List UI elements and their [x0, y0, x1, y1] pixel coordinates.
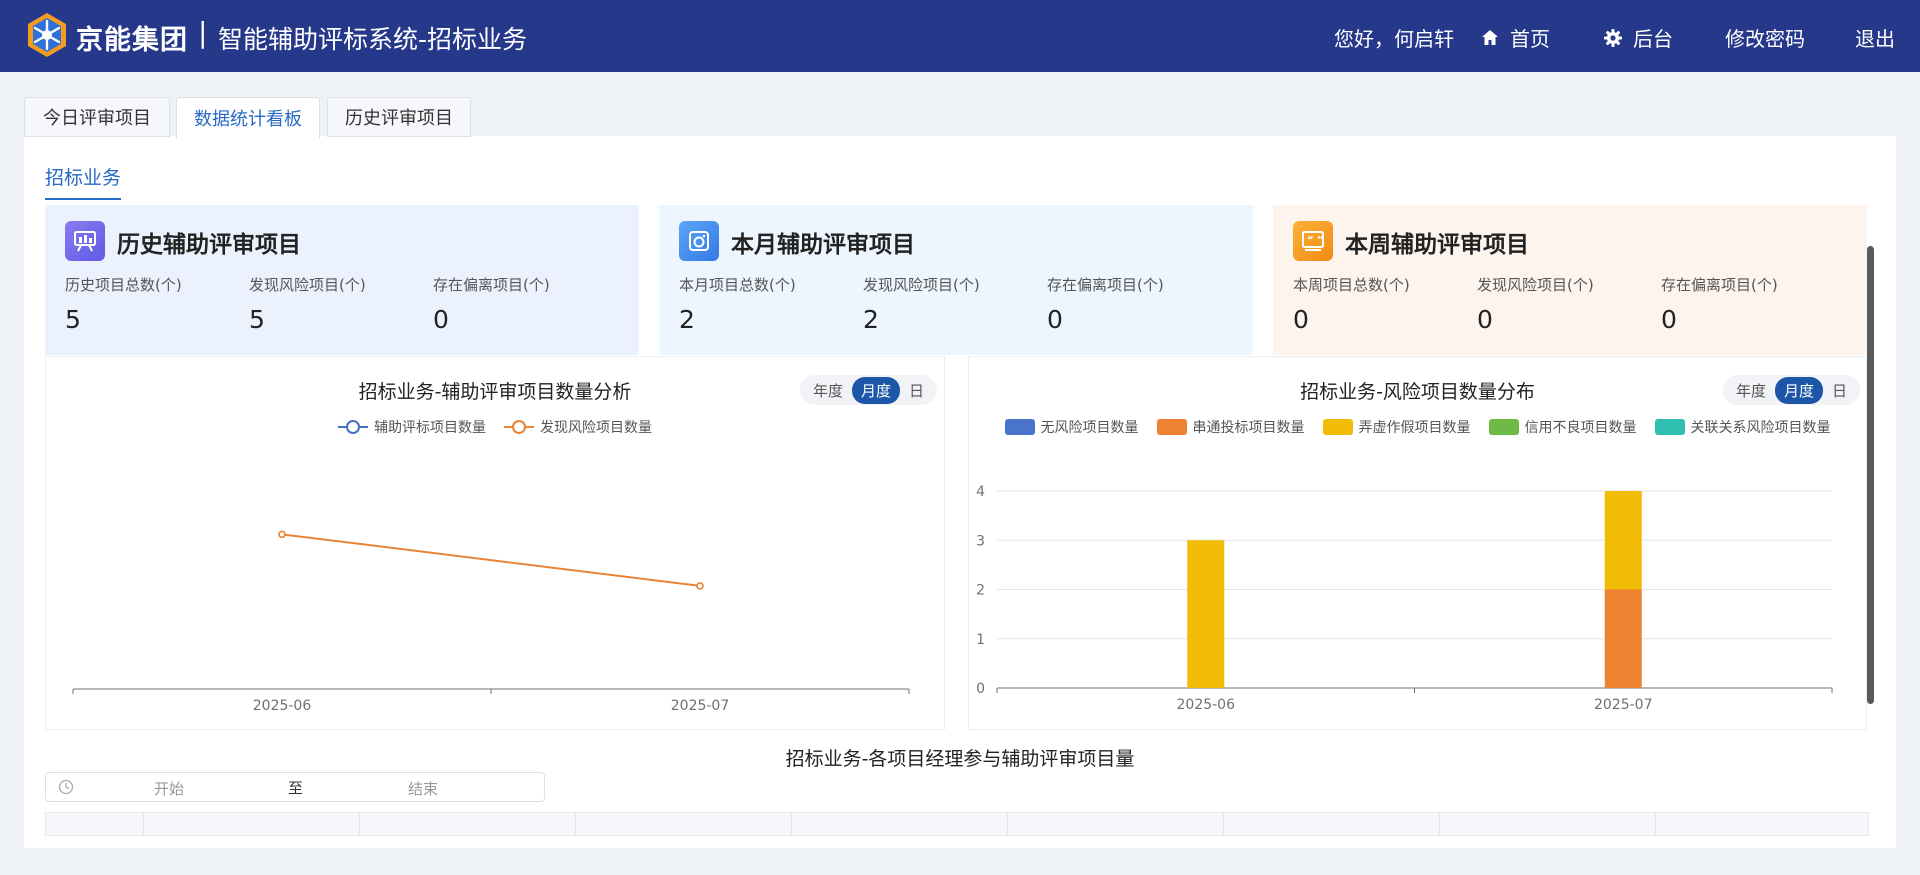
data-point [696, 582, 704, 590]
stat-value: 2 [679, 305, 695, 334]
stat-label: 存在偏离项目(个) [1661, 276, 1778, 294]
stat-card-week: “ ” 本周辅助评审项目 本周项目总数(个) 发现风险项目(个) 存在偏离项目(… [1273, 205, 1867, 355]
table-header-cell [144, 813, 360, 835]
series-line [281, 533, 701, 587]
stat-label: 存在偏离项目(个) [1047, 276, 1164, 294]
svg-text:“ ”: “ ” [1307, 235, 1324, 246]
bar-segment [1187, 540, 1225, 688]
x-tick-label: 2025-06 [1177, 697, 1236, 713]
subtab-bidding-business[interactable]: 招标业务 [45, 163, 122, 200]
nav-change-password-label: 修改密码 [1725, 27, 1805, 51]
x-tick-label: 2025-06 [253, 698, 312, 714]
tab-history-review-label: 历史评审项目 [345, 108, 453, 129]
tab-history-review[interactable]: 历史评审项目 [327, 97, 471, 137]
gear-icon [1604, 28, 1622, 47]
tab-statistics-board[interactable]: 数据统计看板 [176, 97, 320, 139]
table-header-cell [792, 813, 1008, 835]
x-tick-label: 2025-07 [671, 698, 730, 714]
y-tick-label: 4 [976, 484, 985, 500]
table-header-cell [360, 813, 576, 835]
nav-change-password[interactable]: 修改密码 [1725, 23, 1805, 52]
table-header-cell [1224, 813, 1440, 835]
stat-card-title: 历史辅助评审项目 [117, 232, 301, 258]
stat-card-month: 本月辅助评审项目 本月项目总数(个) 发现风险项目(个) 存在偏离项目(个) 2… [659, 205, 1253, 355]
stat-value: 0 [1477, 305, 1493, 334]
table-header-cell [1440, 813, 1656, 835]
stat-label: 存在偏离项目(个) [433, 276, 550, 294]
stat-value: 5 [65, 305, 81, 334]
table-header-cell [46, 813, 144, 835]
system-title: 智能辅助评标系统-招标业务 [218, 25, 528, 54]
tab-today-review[interactable]: 今日评审项目 [24, 97, 170, 137]
stat-card-title: 本周辅助评审项目 [1345, 232, 1529, 258]
stat-value: 0 [1661, 305, 1677, 334]
y-tick-label: 0 [976, 681, 985, 697]
nav-home-label: 首页 [1510, 27, 1550, 51]
stat-value: 2 [863, 305, 879, 334]
tab-statistics-board-label: 数据统计看板 [194, 109, 302, 130]
home-icon [1482, 29, 1498, 45]
y-tick-label: 1 [976, 632, 985, 648]
nav-admin[interactable]: 后台 [1603, 23, 1673, 52]
x-tick-label: 2025-07 [1594, 697, 1653, 713]
stat-label: 发现风险项目(个) [863, 276, 980, 294]
stat-card-title: 本月辅助评审项目 [731, 232, 915, 258]
bar-chart-canvas: 0 1 2 3 4 2025-06 2025-07 [976, 484, 1833, 713]
date-range-picker[interactable]: 开始 至 结束 [45, 772, 545, 802]
stat-value: 0 [433, 305, 449, 334]
date-end-input[interactable]: 结束 [408, 778, 438, 799]
top-header: 京能集团 | 智能辅助评标系统-招标业务 您好，何启轩 首页 后台 修改密码 退 [0, 0, 1920, 72]
manager-table-header [45, 812, 1869, 836]
stat-value: 5 [249, 305, 265, 334]
table-header-cell [576, 813, 792, 835]
data-point [278, 530, 286, 539]
stat-label: 本月项目总数(个) [679, 276, 796, 294]
nav-logout-label: 退出 [1855, 27, 1895, 51]
clock-icon [58, 779, 74, 795]
nav-admin-label: 后台 [1633, 27, 1673, 51]
nav-logout[interactable]: 退出 [1855, 23, 1895, 52]
line-chart-canvas: 2025-06 2025-07 [72, 530, 910, 714]
stat-value: 0 [1293, 305, 1309, 334]
bar-segment [1604, 589, 1642, 688]
stat-label: 发现风险项目(个) [1477, 276, 1594, 294]
y-tick-label: 2 [976, 583, 985, 599]
jingneng-logo-icon [28, 13, 66, 57]
presentation-chart-icon [65, 221, 105, 261]
bar-segment [1604, 491, 1642, 590]
quote-card-icon: “ ” [1293, 221, 1333, 261]
brand-name: 京能集团 [76, 25, 188, 56]
camera-icon [679, 221, 719, 261]
manager-participation-title: 招标业务-各项目经理参与辅助评审项目量 [785, 748, 1135, 770]
tab-today-review-label: 今日评审项目 [43, 108, 151, 129]
table-header-cell [1008, 813, 1224, 835]
bar-chart-panel: 招标业务-风险项目数量分布 年度 月度 日 无风险项目数量 串通投标项目数量 弄… [968, 356, 1867, 730]
vertical-scrollbar[interactable] [1867, 246, 1874, 704]
brand-separator: | [198, 16, 208, 49]
line-chart-panel: 招标业务-辅助评审项目数量分析 年度 月度 日 辅助评标项目数量 发现风险项目数… [45, 356, 945, 730]
stat-label: 历史项目总数(个) [65, 276, 182, 294]
y-tick-label: 3 [976, 533, 985, 549]
nav-home[interactable]: 首页 [1480, 23, 1550, 52]
stat-value: 0 [1047, 305, 1063, 334]
stat-label: 本周项目总数(个) [1293, 276, 1410, 294]
stat-card-history: 历史辅助评审项目 历史项目总数(个) 发现风险项目(个) 存在偏离项目(个) 5… [45, 205, 639, 355]
date-range-separator: 至 [288, 779, 304, 797]
user-greeting: 您好，何启轩 [1334, 27, 1454, 51]
date-start-input[interactable]: 开始 [154, 778, 184, 799]
stat-label: 发现风险项目(个) [249, 276, 366, 294]
